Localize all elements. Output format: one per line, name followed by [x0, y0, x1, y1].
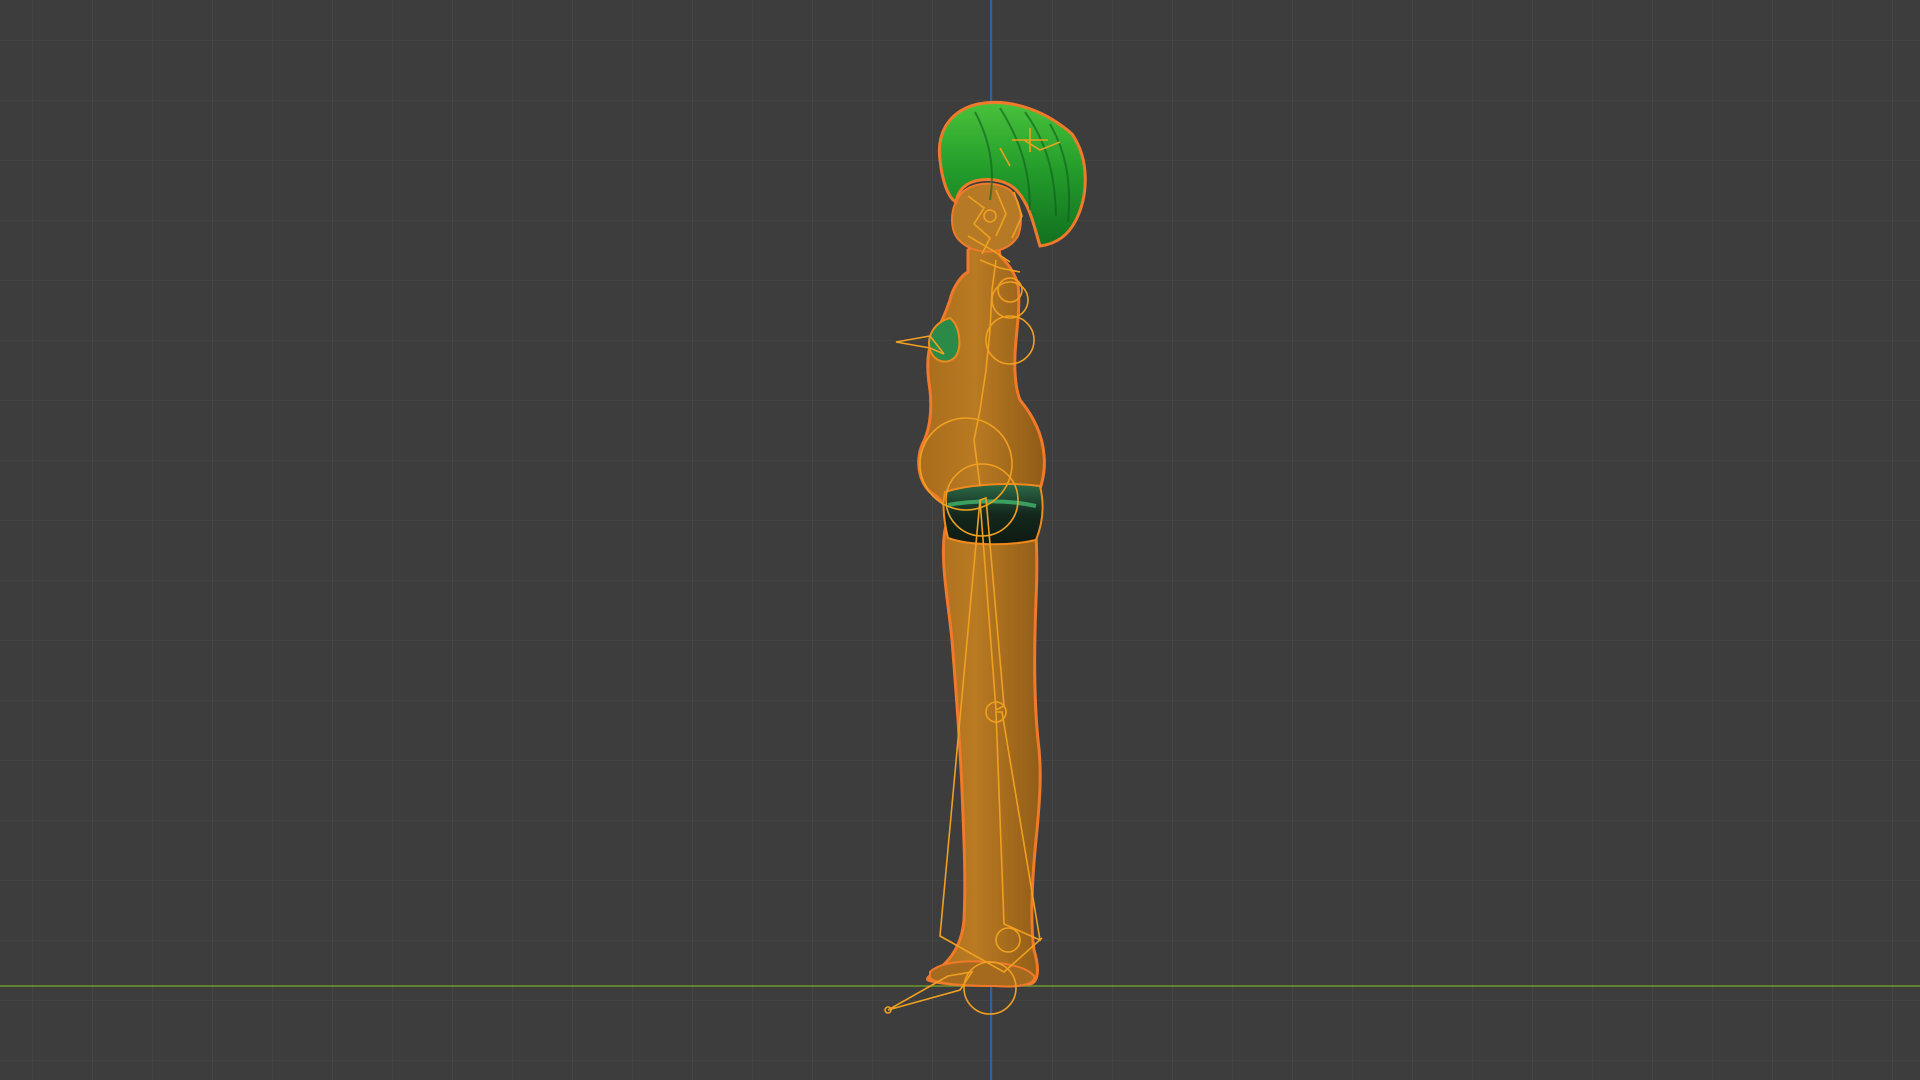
- viewport-canvas[interactable]: [0, 0, 1920, 1080]
- head: [951, 182, 1022, 253]
- 3d-viewport[interactable]: [0, 0, 1920, 1080]
- shorts: [942, 483, 1044, 546]
